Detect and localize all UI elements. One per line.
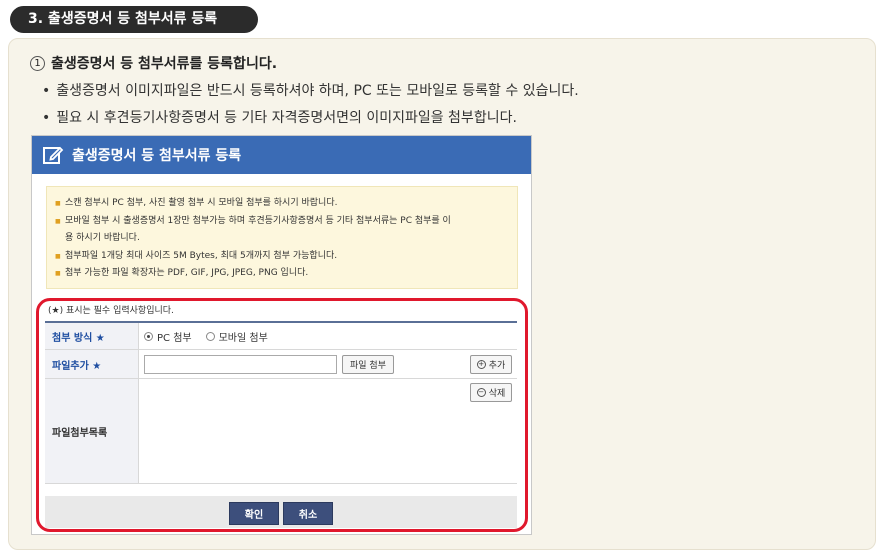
- delete-button[interactable]: − 삭제: [470, 383, 512, 402]
- method-label: 첨부 방식 ★: [45, 323, 139, 349]
- section-title: 3. 출생증명서 등 첨부서류 등록: [10, 6, 258, 33]
- notice-item: 스캔 첨부시 PC 첨부, 사진 촬영 첨부 시 모바일 첨부를 하시기 바랍니…: [55, 195, 509, 213]
- dialog-footer: [45, 496, 517, 528]
- attachment-form: 첨부 방식 ★ PC 첨부 모바일 첨부 파일추가 ★ 파일 첨부 + 추가 파…: [45, 321, 517, 484]
- radio-mobile-label[interactable]: 모바일 첨부: [219, 329, 268, 344]
- dialog-title: 출생증명서 등 첨부서류 등록: [72, 148, 242, 164]
- plus-circle-icon: +: [476, 359, 486, 369]
- minus-circle-icon: −: [476, 388, 486, 397]
- add-button-label: 추가: [488, 360, 506, 371]
- bullet-item: 출생증명서 이미지파일은 반드시 등록하셔야 하며, PC 또는 모바일로 등록…: [42, 80, 578, 100]
- file-path-input[interactable]: [144, 354, 337, 374]
- notice-box: 스캔 첨부시 PC 첨부, 사진 촬영 첨부 시 모바일 첨부를 하시기 바랍니…: [46, 186, 518, 289]
- attach-file-button[interactable]: 파일 첨부: [342, 354, 394, 374]
- edit-icon: [43, 146, 64, 164]
- required-note: (★) 표시는 필수 입력사항입니다.: [48, 306, 174, 316]
- form-row-file-list: 파일첨부목록 − 삭제: [45, 379, 517, 484]
- method-options: PC 첨부 모바일 첨부: [139, 323, 517, 349]
- radio-pc-label[interactable]: PC 첨부: [157, 329, 192, 344]
- notice-item-continued: 용 하시기 바랍니다.: [65, 233, 140, 243]
- step-heading-text: 출생증명서 등 첨부서류를 등록합니다.: [51, 56, 278, 72]
- file-list-label: 파일첨부목록: [45, 379, 139, 483]
- dialog-header: 출생증명서 등 첨부서류 등록: [32, 136, 531, 174]
- cancel-button[interactable]: 취소: [283, 502, 333, 525]
- bullet-item: 필요 시 후견등기사항증명서 등 기타 자격증명서면의 이미지파일을 첨부합니다…: [42, 107, 517, 127]
- confirm-button[interactable]: 확인: [229, 502, 279, 525]
- file-list-area[interactable]: − 삭제: [139, 379, 517, 483]
- notice-item: 첨부파일 1개당 최대 사이즈 5M Bytes, 최대 5개까지 첨부 가능합…: [55, 248, 509, 266]
- add-button[interactable]: + 추가: [470, 354, 512, 374]
- file-add-cell: 파일 첨부 + 추가: [139, 350, 517, 378]
- step-number: 1: [30, 55, 45, 71]
- radio-pc[interactable]: [144, 331, 153, 341]
- radio-mobile[interactable]: [205, 331, 215, 341]
- attachment-dialog: 출생증명서 등 첨부서류 등록 스캔 첨부시 PC 첨부, 사진 촬영 첨부 시…: [31, 135, 532, 535]
- form-row-method: 첨부 방식 ★ PC 첨부 모바일 첨부: [45, 323, 517, 350]
- notice-item: 모바일 첨부 시 출생증명서 1장만 첨부가능 하며 후견등기사항증명서 등 기…: [55, 213, 509, 231]
- form-row-file-add: 파일추가 ★ 파일 첨부 + 추가: [45, 350, 517, 379]
- step-heading: 1 출생증명서 등 첨부서류를 등록합니다.: [30, 53, 277, 73]
- delete-button-label: 삭제: [488, 389, 506, 399]
- file-add-label: 파일추가 ★: [45, 350, 139, 378]
- notice-item: 첨부 가능한 파일 확장자는 PDF, GIF, JPG, JPEG, PNG …: [55, 265, 509, 283]
